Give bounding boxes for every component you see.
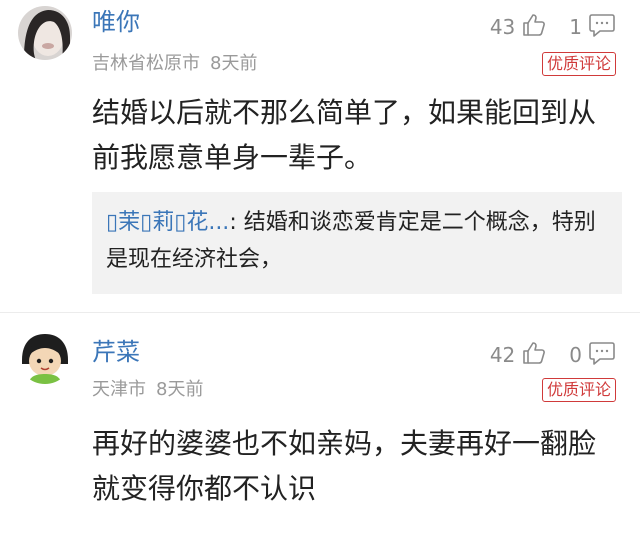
location: 吉林省松原市 [92, 53, 200, 74]
reply-preview[interactable]: ▯茉▯莉▯花...: 结婚和谈恋爱肯定是二个概念，特别是现在经济社会， [92, 192, 622, 294]
like-count: 43 [489, 15, 516, 39]
user-name[interactable]: 芹菜 [92, 338, 140, 366]
quality-comment-badge: 优质评论 [541, 378, 616, 402]
comment-actions: 42 0 [490, 340, 616, 370]
divider [0, 312, 640, 313]
location: 天津市 [92, 379, 146, 400]
reply-count: 0 [569, 343, 582, 367]
comment-meta: 吉林省松原市 8天前 [92, 53, 257, 75]
user-name[interactable]: 唯你 [92, 8, 140, 36]
thumbs-up-icon[interactable] [521, 12, 547, 43]
like-count: 42 [489, 343, 516, 367]
comment-item: 唯你 吉林省松原市 8天前 43 1 优质评论 结婚以后就不那么简单了，如果能回到… [0, 0, 640, 305]
reply-user-name[interactable]: ▯茉▯莉▯花... [106, 210, 229, 235]
timestamp: 8天前 [210, 53, 258, 74]
reply-separator: : [229, 210, 237, 235]
timestamp: 8天前 [156, 379, 204, 400]
comment-text: 结婚以后就不那么简单了，如果能回到从前我愿意单身一辈子。 [92, 96, 597, 174]
comment-bubble-icon[interactable] [588, 340, 616, 371]
comment-actions: 43 1 [490, 12, 616, 42]
quality-comment-badge: 优质评论 [541, 52, 616, 76]
comment-meta: 天津市 8天前 [92, 379, 203, 401]
comment-bubble-icon[interactable] [588, 12, 616, 43]
avatar[interactable] [18, 330, 72, 384]
reply-count: 1 [569, 15, 582, 39]
avatar[interactable] [18, 6, 72, 60]
thumbs-up-icon[interactable] [521, 340, 547, 371]
comment-item: 芹菜 天津市 8天前 42 0 优质评论 再好的婆婆也不如亲妈，夫妻再好一翻脸就变… [0, 318, 640, 534]
comment-text: 再好的婆婆也不如亲妈，夫妻再好一翻脸就变得你都不认识 [92, 427, 597, 505]
